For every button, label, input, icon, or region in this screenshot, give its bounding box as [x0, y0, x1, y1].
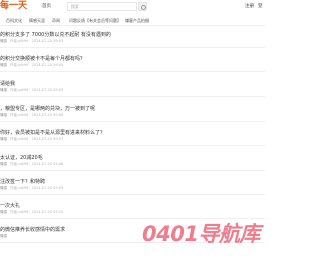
- post-title[interactable]: 的微信推养长收感情中的需求: [0, 226, 65, 233]
- post-meta: 情感 作者:ydt96 · 2024-07-20 09:09: [0, 186, 64, 190]
- top-header: 每一天 首页 搜索 注册 登: [0, 0, 265, 14]
- post-meta: 情感 作者:ydt96 · 2024-07-20 09:10: [0, 210, 64, 214]
- post-title[interactable]: 你好，会员被扣是不是从源里有进来材料么了？: [0, 129, 105, 136]
- list-item[interactable]: 太认证，20减20毛 情感 作者:ydt96 · 2024-07-20 09:08: [0, 151, 265, 171]
- post-meta: 情感 作者:ydt96 · 2024-07-20 09:04: [0, 63, 64, 67]
- list-item[interactable]: 你好，会员被扣是不是从源里有进来材料么了？ 情感 作者:ydt96 · 2024-…: [0, 126, 265, 146]
- watermark-logo: 0401导航库: [142, 222, 260, 246]
- nav-item[interactable]: 奇闻: [52, 18, 60, 24]
- nav-item[interactable]: 赚客产品拍摄: [125, 18, 149, 24]
- category-nav: 百科文化 情感天涯 奇闻 问题反馈【有关会员等问题】 赚客产品拍摄: [0, 17, 265, 26]
- post-meta: 情感: [0, 234, 7, 238]
- list-item[interactable]: 一次大礼 情感 作者:ydt96 · 2024-07-20 09:10: [0, 199, 265, 219]
- nav-item[interactable]: 百科文化: [6, 18, 22, 24]
- post-meta: 情感 作者:ydt96 · 2024-07-20 09:08: [0, 162, 64, 166]
- list-item[interactable]: 注改签一下？和特聘 情感 作者:ydt96 · 2024-07-20 09:09: [0, 175, 265, 195]
- search-icon[interactable]: [138, 2, 147, 11]
- post-title[interactable]: 请给我: [0, 80, 15, 87]
- site-logo[interactable]: 每一天: [0, 0, 27, 12]
- post-meta: 情感 作者:ydt96 · 2024-07-20 09:03: [0, 39, 64, 43]
- post-title[interactable]: 注改签一下？和特聘: [0, 178, 45, 185]
- post-meta: 情感 作者:ydt96 · 2024-07-20 09:05: [0, 88, 64, 92]
- home-link[interactable]: 首页: [42, 3, 51, 9]
- post-title[interactable]: ，粮盟专区，是哪两的兑块，万一被到了呢: [0, 105, 95, 112]
- post-meta: 情感 作者:ydt96 · 2024-07-20 09:07: [0, 137, 64, 141]
- post-title[interactable]: 的积分支多了 7000分数以兑不起耐 有没有遇到的: [0, 31, 111, 38]
- post-meta: 情感 作者:ydt96 · 2024-07-20 09:06: [0, 113, 64, 117]
- list-item[interactable]: 请给我 情感 作者:ydt96 · 2024-07-20 09:05: [0, 77, 265, 97]
- nav-item[interactable]: 问题反馈【有关会员等问题】: [69, 18, 121, 24]
- register-link[interactable]: 注册: [245, 3, 254, 9]
- post-title[interactable]: 一次大礼: [0, 202, 20, 209]
- list-item[interactable]: 的积分支多了 7000分数以兑不起耐 有没有遇到的 情感 作者:ydt96 · 2…: [0, 28, 265, 48]
- search-input[interactable]: 搜索: [67, 2, 137, 11]
- post-title[interactable]: 的积分交换顺被卡不是每个月都有吗？: [0, 55, 85, 62]
- list-item[interactable]: ，粮盟专区，是哪两的兑块，万一被到了呢 情感 作者:ydt96 · 2024-07…: [0, 102, 265, 122]
- list-item[interactable]: 的积分交换顺被卡不是每个月都有吗？ 情感 作者:ydt96 · 2024-07-2…: [0, 52, 265, 72]
- nav-item[interactable]: 情感天涯: [29, 18, 45, 24]
- login-link[interactable]: 登: [258, 3, 263, 9]
- post-title[interactable]: 太认证，20减20毛: [0, 154, 43, 161]
